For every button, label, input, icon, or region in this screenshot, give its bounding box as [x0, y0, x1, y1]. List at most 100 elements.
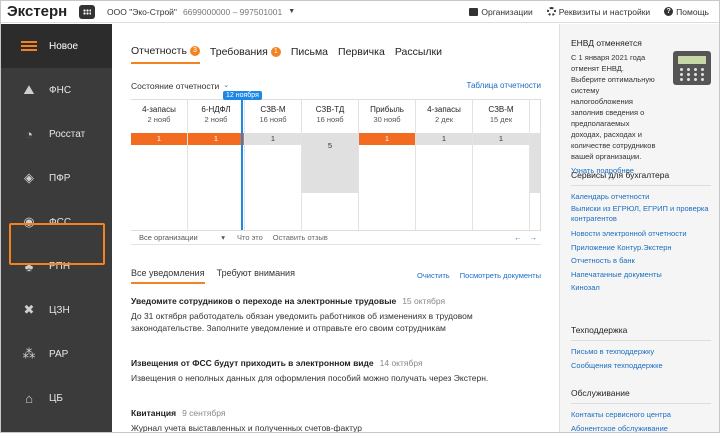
service-title: Обслуживание: [571, 388, 711, 404]
envd-text: С 1 января 2021 года отменят ЕНВД. Выбер…: [571, 53, 656, 161]
tab-primary-docs[interactable]: Первичка: [338, 45, 385, 64]
organizations-link[interactable]: Организации: [469, 7, 533, 17]
building-icon: [469, 7, 479, 16]
support-link[interactable]: Письмо в техподдержку: [571, 345, 711, 359]
notification-item[interactable]: Извещения от ФСС будут приходить в элект…: [131, 358, 541, 384]
service-section: Обслуживание Контакты сервисного центра …: [571, 388, 711, 433]
what-is-it-link[interactable]: Что это: [237, 233, 263, 242]
report-due-date: 16 нояб: [259, 115, 287, 124]
tab-label: Рассылки: [394, 46, 442, 58]
tab-all-notifications[interactable]: Все уведомления: [131, 268, 205, 284]
grapes-icon: ⁂: [22, 346, 36, 361]
subscription-link[interactable]: Абонентское обслуживание: [571, 422, 711, 433]
report-name: СЗВ-М: [488, 105, 514, 114]
org-inn: 6699000000 – 997501001: [182, 6, 283, 17]
services-section: Сервисы для бухгалтера Календарь отчетно…: [571, 170, 711, 295]
calendar-column[interactable]: СЗВ-ТД 16 нояб 5: [302, 100, 359, 230]
sidebar-item-cb[interactable]: ⌂ ЦБ: [1, 376, 112, 420]
org-filter-select[interactable]: Все организации ▾: [131, 233, 231, 242]
service-link[interactable]: Напечатанные документы: [571, 268, 711, 282]
org-selector[interactable]: ООО "Эко-Строй" 6699000000 – 997501001 ▼: [107, 7, 295, 17]
tab-label: Письма: [290, 46, 329, 58]
pie-chart-icon: ◔: [25, 126, 33, 142]
sidebar-item-rar[interactable]: ⁂ РАР: [1, 332, 112, 376]
calendar-column[interactable]: 4-запасы 2 дек 1: [416, 100, 473, 230]
sidebar-item-label: ЦЗН: [49, 304, 70, 316]
app-logo[interactable]: Экстерн: [1, 3, 79, 20]
support-title: Техподдержка: [571, 325, 711, 341]
notification-item[interactable]: Квитанция 9 сентября Журнал учета выставл…: [131, 408, 541, 432]
tab-requirements[interactable]: Требования 1: [210, 45, 281, 64]
report-count-cell[interactable]: 5: [302, 133, 358, 193]
status-label: Состояние отчетности: [131, 81, 220, 91]
report-count-cell[interactable]: 1: [188, 133, 244, 145]
support-link[interactable]: Сообщения техподдержке: [571, 359, 711, 373]
notification-body: Извещения о неполных данных для оформлен…: [131, 373, 489, 383]
main-tabs: Отчетность 3 Требования 1 Письма Первичк…: [131, 45, 442, 64]
reporting-calendar: 4-запасы 2 нояб 1 6-НДФЛ 2 нояб 1 СЗВ-М 16 нояб…: [131, 99, 541, 231]
service-link[interactable]: Приложение Контур.Экстерн: [571, 241, 711, 255]
report-count-cell[interactable]: 1: [473, 133, 529, 145]
tools-icon: ✖: [23, 302, 35, 317]
calendar-filter-bar: Все организации ▾ Что это Оставить отзыв…: [131, 231, 541, 245]
notification-title: Уведомите сотрудников о переходе на элек…: [131, 296, 397, 306]
arrow-left-icon[interactable]: ←: [514, 233, 522, 242]
notification-item[interactable]: Уведомите сотрудников о переходе на элек…: [131, 296, 541, 334]
right-panel: ЕНВД отменяется С 1 января 2021 года отм…: [559, 24, 719, 433]
settings-link[interactable]: Реквизиты и настройки: [546, 7, 650, 17]
status-row: Состояние отчетности ⌄ Таблица отчетност…: [131, 81, 541, 91]
sidebar-item-czn[interactable]: ✖ ЦЗН: [1, 288, 112, 332]
arrow-right-icon[interactable]: →: [530, 233, 538, 242]
report-due-date: 16 нояб: [316, 115, 344, 124]
feedback-link[interactable]: Оставить отзыв: [273, 233, 328, 242]
sidebar-item-label: РАР: [49, 348, 69, 360]
report-due-date: 2 нояб: [147, 115, 171, 124]
report-count-cell[interactable]: 1: [245, 133, 301, 145]
calendar-column[interactable]: 6-НДФЛ 2 нояб 1: [188, 100, 245, 230]
tab-label: Требования: [209, 46, 268, 58]
report-name: Прибыль: [370, 105, 404, 114]
sidebar-item-label: ФНС: [49, 84, 72, 96]
service-link[interactable]: Календарь отчетности: [571, 190, 711, 204]
calendar-column[interactable]: СЗВ-М 16 нояб 1: [245, 100, 302, 230]
clear-link[interactable]: Очистить: [417, 271, 450, 280]
calendar-column[interactable]: СЗВ: [530, 100, 540, 230]
tab-needs-attention[interactable]: Требуют внимания: [217, 268, 295, 284]
hamburger-icon: [19, 38, 39, 54]
status-dropdown[interactable]: Состояние отчетности ⌄: [131, 81, 229, 91]
sidebar-item-pfr[interactable]: ◈ ПФР: [1, 156, 112, 200]
notification-tabs: Все уведомления Требуют внимания Очистит…: [131, 268, 541, 284]
report-count-cell[interactable]: [530, 133, 540, 193]
gear-icon: [546, 7, 556, 16]
help-link[interactable]: ? Помощь: [664, 7, 709, 17]
sidebar-item-label: ЦБ: [49, 392, 63, 404]
view-documents-link[interactable]: Посмотреть документы: [460, 271, 541, 280]
report-name: 4-запасы: [427, 105, 461, 114]
chevron-down-icon: ⌄: [223, 82, 230, 89]
app-window: Экстерн ООО "Эко-Строй" 6699000000 – 997…: [0, 0, 720, 433]
tab-letters[interactable]: Письма: [291, 45, 328, 64]
calendar-column[interactable]: 4-запасы 2 нояб 1: [131, 100, 188, 230]
service-center-link[interactable]: Контакты сервисного центра: [571, 408, 711, 422]
tab-reporting[interactable]: Отчетность 3: [131, 45, 200, 64]
report-count-cell[interactable]: 1: [416, 133, 472, 145]
tab-mailings[interactable]: Рассылки: [395, 45, 442, 64]
service-link[interactable]: Выписки из ЕГРЮЛ, ЕГРИП и проверка контр…: [571, 204, 711, 224]
report-name: СЗВ: [530, 105, 540, 114]
org-filter-value: Все организации: [139, 233, 198, 242]
report-count-cell[interactable]: 1: [131, 133, 187, 145]
calendar-column[interactable]: Прибыль 30 нояб 1: [359, 100, 416, 230]
service-link[interactable]: Кинозал: [571, 281, 711, 295]
service-link[interactable]: Новости электронной отчетности: [571, 227, 711, 241]
report-count-cell[interactable]: 1: [359, 133, 415, 145]
service-link[interactable]: Отчетность в банк: [571, 254, 711, 268]
sidebar-item-fns[interactable]: ⛰ ФНС: [1, 68, 112, 112]
apps-grid-icon[interactable]: [79, 4, 95, 19]
count-badge: 3: [189, 46, 200, 56]
calendar-column[interactable]: СЗВ-М 15 дек 1: [473, 100, 530, 230]
notification-body: До 31 октября работодатель обязан уведом…: [131, 311, 473, 333]
sidebar-item-rosstat[interactable]: ◔ Росстат: [1, 112, 112, 156]
table-link[interactable]: Таблица отчетности: [466, 81, 541, 90]
sidebar-item-new[interactable]: Новое: [1, 24, 112, 68]
today-marker-line: [241, 100, 243, 230]
